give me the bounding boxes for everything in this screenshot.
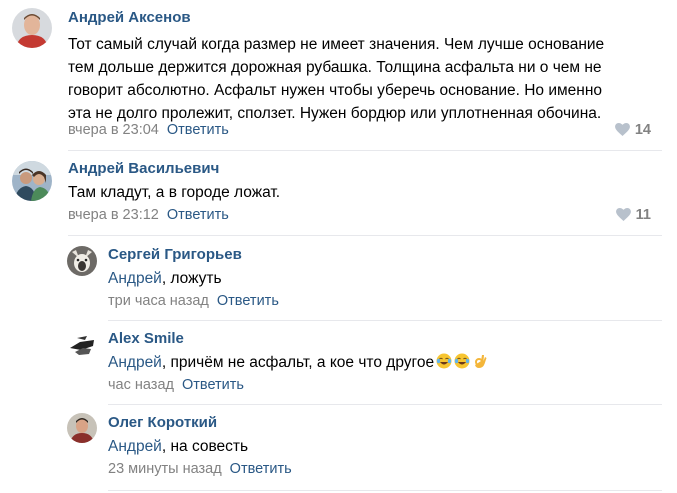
avatar[interactable] [12,8,52,48]
comment-text-line: тем дольше держится дорожная рубашка. То… [68,59,602,76]
avatar[interactable] [12,161,52,201]
heart-icon [615,208,631,221]
reply-text-body: , ложуть [161,270,222,287]
comment-text: Тот самый случай когда размер не имеет з… [68,33,604,125]
divider [108,320,662,321]
reply-meta: три часа назад Ответить [108,293,279,309]
heart-icon [614,123,630,136]
tears-of-joy-emoji-icon [454,353,470,369]
divider [68,235,662,236]
reply-text-body: , на совесть [161,438,249,455]
comment-text-line: говорит абсолютно. Асфальт нужен чтобы у… [68,82,603,99]
reply-author[interactable]: Alex Smile [108,330,184,347]
reply-text: Андрей, на совесть [108,435,248,458]
reply-button[interactable]: Ответить [230,461,292,477]
mention-link[interactable]: Андрей [108,438,162,455]
reply-button[interactable]: Ответить [167,122,229,138]
reply-button[interactable]: Ответить [217,293,279,309]
mention-link[interactable]: Андрей [108,354,162,371]
comment-text: Там кладут, а в городе ложат. [68,184,281,201]
mention-link[interactable]: Андрей [108,270,162,287]
divider [108,490,662,491]
reply-meta: час назад Ответить [108,377,244,393]
comment-text-line: Тот самый случай когда размер не имеет з… [68,36,605,53]
like-button[interactable]: 11 [615,207,651,223]
ok-hand-emoji-icon [472,353,488,369]
like-count: 14 [634,122,651,138]
like-count: 11 [635,207,651,223]
reply-text: Андрей, причём не асфальт, а кое что дру… [108,351,488,374]
like-button[interactable]: 14 [614,122,651,138]
reply-time[interactable]: 23 минуты назад [108,461,222,477]
comment-author[interactable]: Андрей Васильевич [68,160,219,177]
reply-meta: 23 минуты назад Ответить [108,461,292,477]
reply-time[interactable]: час назад [108,377,174,393]
divider [68,150,662,151]
comment-author[interactable]: Андрей Аксенов [68,9,191,26]
reply-author[interactable]: Олег Короткий [108,414,217,431]
reply-text: Андрей, ложуть [108,267,222,290]
avatar[interactable] [67,413,97,443]
reply-text-body: , причём не асфальт, а кое что другое [161,354,435,371]
reply-time[interactable]: три часа назад [108,293,209,309]
divider [108,404,662,405]
reply-author[interactable]: Сергей Григорьев [108,246,242,263]
reply-button[interactable]: Ответить [182,377,244,393]
reply-button[interactable]: Ответить [167,207,229,223]
comment-time[interactable]: вчера в 23:12 [68,207,159,223]
avatar[interactable] [67,330,97,360]
tears-of-joy-emoji-icon [436,353,452,369]
comment-meta: вчера в 23:12 Ответить [68,207,229,223]
comment-meta: вчера в 23:04 Ответить [68,122,229,138]
avatar[interactable] [67,246,97,276]
comment-time[interactable]: вчера в 23:04 [68,122,159,138]
